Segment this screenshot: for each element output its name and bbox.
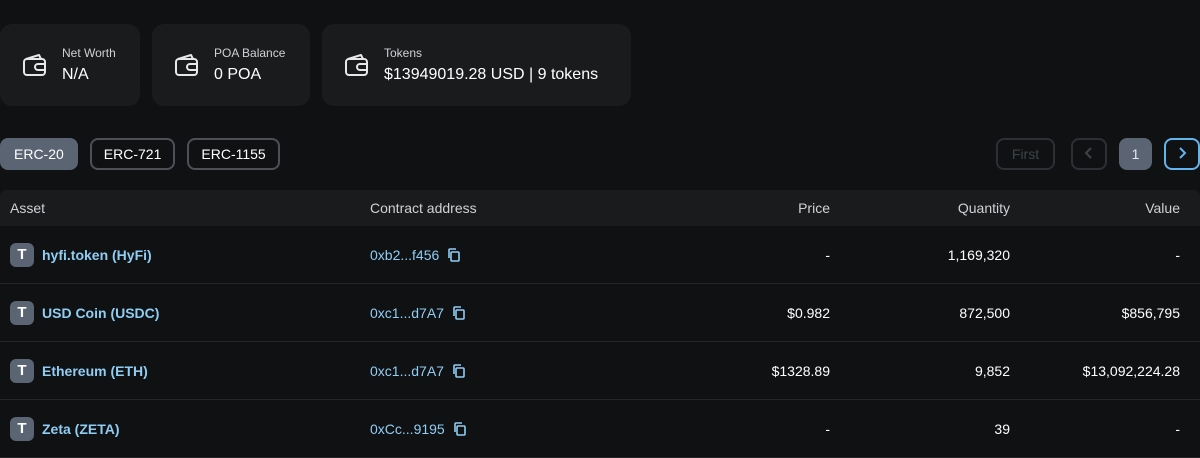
price-cell: - [825, 420, 830, 437]
contract-address-link[interactable]: 0xb2...f456 [370, 247, 439, 263]
current-page-button[interactable]: 1 [1119, 138, 1152, 170]
tokens-table: Asset Contract address Price Quantity Va… [0, 190, 1200, 458]
token-badge: T [10, 416, 34, 441]
value-cell: - [1175, 246, 1180, 263]
wallet-icon [342, 50, 372, 80]
wallet-icon [172, 50, 202, 80]
table-row: T USD Coin (USDC) 0xc1...d7A7 $0.982 872… [0, 284, 1200, 342]
contract-address-link[interactable]: 0xc1...d7A7 [370, 363, 444, 379]
contract-address-link[interactable]: 0xc1...d7A7 [370, 305, 444, 321]
tokens-card: Tokens $13949019.28 USD | 9 tokens [322, 24, 631, 106]
copy-icon[interactable] [452, 305, 466, 320]
table-row: T Ethereum (ETH) 0xc1...d7A7 $1328.89 9,… [0, 342, 1200, 400]
price-cell: $0.982 [787, 304, 830, 321]
asset-link[interactable]: Zeta (ZETA) [42, 421, 120, 437]
balance-label: POA Balance [214, 45, 286, 60]
header-quantity: Quantity [957, 200, 1010, 216]
value-cell: $856,795 [1121, 304, 1180, 321]
header-price: Price [798, 200, 830, 216]
chevron-right-icon [1177, 146, 1187, 162]
header-contract: Contract address [370, 200, 477, 216]
first-page-button[interactable]: First [996, 138, 1055, 170]
chevron-left-icon [1084, 146, 1094, 162]
tokens-label: Tokens [384, 45, 423, 60]
tokens-value: $13949019.28 USD | 9 tokens [384, 65, 599, 83]
net-worth-label: Net Worth [62, 45, 116, 60]
net-worth-card: Net Worth N/A [0, 24, 140, 106]
net-worth-value: N/A [62, 65, 89, 83]
quantity-cell: 39 [994, 420, 1010, 437]
contract-address-link[interactable]: 0xCc...9195 [370, 421, 445, 437]
tab-erc-20[interactable]: ERC-20 [0, 138, 78, 170]
tab-erc-1155[interactable]: ERC-1155 [187, 138, 280, 170]
token-badge: T [10, 358, 34, 383]
quantity-cell: 1,169,320 [947, 246, 1010, 263]
asset-link[interactable]: hyfi.token (HyFi) [42, 247, 152, 263]
next-page-button[interactable] [1164, 138, 1200, 170]
price-cell: - [825, 246, 830, 263]
header-asset: Asset [10, 200, 46, 216]
table-header: Asset Contract address Price Quantity Va… [0, 190, 1200, 226]
table-row: T Zeta (ZETA) 0xCc...9195 - 39 - [0, 400, 1200, 458]
token-badge: T [10, 242, 34, 267]
header-value: Value [1145, 200, 1180, 216]
pagination: First 1 [996, 138, 1200, 170]
copy-icon[interactable] [447, 247, 461, 262]
balance-value: 0 POA [214, 65, 262, 83]
quantity-cell: 9,852 [974, 362, 1010, 379]
asset-link[interactable]: Ethereum (ETH) [42, 363, 148, 379]
tab-erc-721[interactable]: ERC-721 [89, 138, 176, 170]
wallet-icon [20, 50, 50, 80]
summary-cards: Net Worth N/A POA Balance 0 POA Tokens $… [0, 24, 631, 106]
copy-icon[interactable] [453, 421, 467, 436]
balance-card: POA Balance 0 POA [152, 24, 310, 106]
asset-link[interactable]: USD Coin (USDC) [42, 305, 159, 321]
token-badge: T [10, 300, 34, 325]
prev-page-button[interactable] [1071, 138, 1107, 170]
quantity-cell: 872,500 [959, 304, 1010, 321]
table-row: T hyfi.token (HyFi) 0xb2...f456 - 1,169,… [0, 226, 1200, 284]
value-cell: $13,092,224.28 [1082, 362, 1180, 379]
token-type-tabs: ERC-20 ERC-721 ERC-1155 [0, 138, 280, 170]
copy-icon[interactable] [452, 363, 466, 378]
value-cell: - [1175, 420, 1180, 437]
price-cell: $1328.89 [771, 362, 830, 379]
